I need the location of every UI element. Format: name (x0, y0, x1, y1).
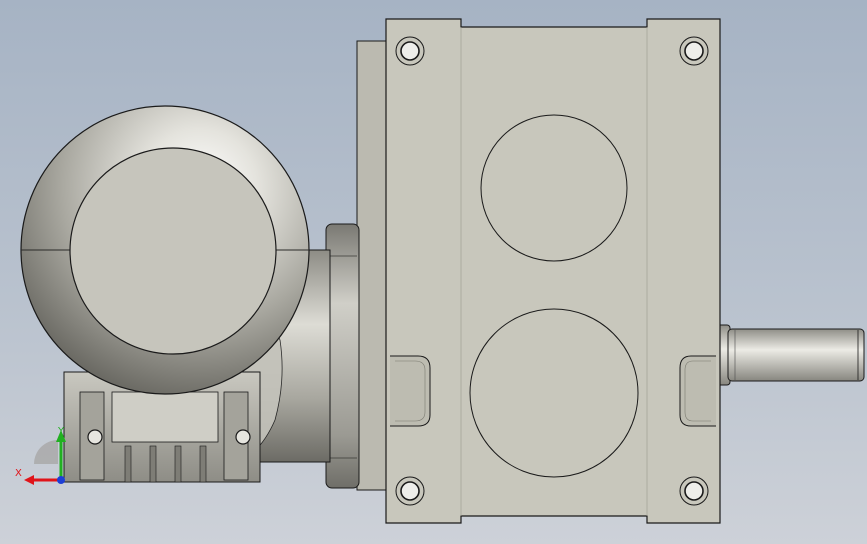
gearbox-housing[interactable] (356, 18, 721, 524)
mounting-hole-bottom-right (679, 476, 709, 506)
motor-flange[interactable] (325, 223, 360, 489)
triad-plane-icon (34, 440, 58, 464)
triad-y-label: Y (58, 426, 65, 437)
cad-graphics-viewport[interactable]: Y X (0, 0, 867, 544)
mounting-hole-bottom-left (395, 476, 425, 506)
output-shaft[interactable] (715, 324, 865, 386)
motor-end-cover[interactable] (20, 105, 310, 395)
gearmotor-model-view[interactable] (0, 0, 867, 544)
mounting-hole-top-right (679, 36, 709, 66)
mounting-hole-top-left (395, 36, 425, 66)
triad-x-label: X (15, 468, 22, 479)
z-axis-dot-icon (57, 476, 65, 484)
